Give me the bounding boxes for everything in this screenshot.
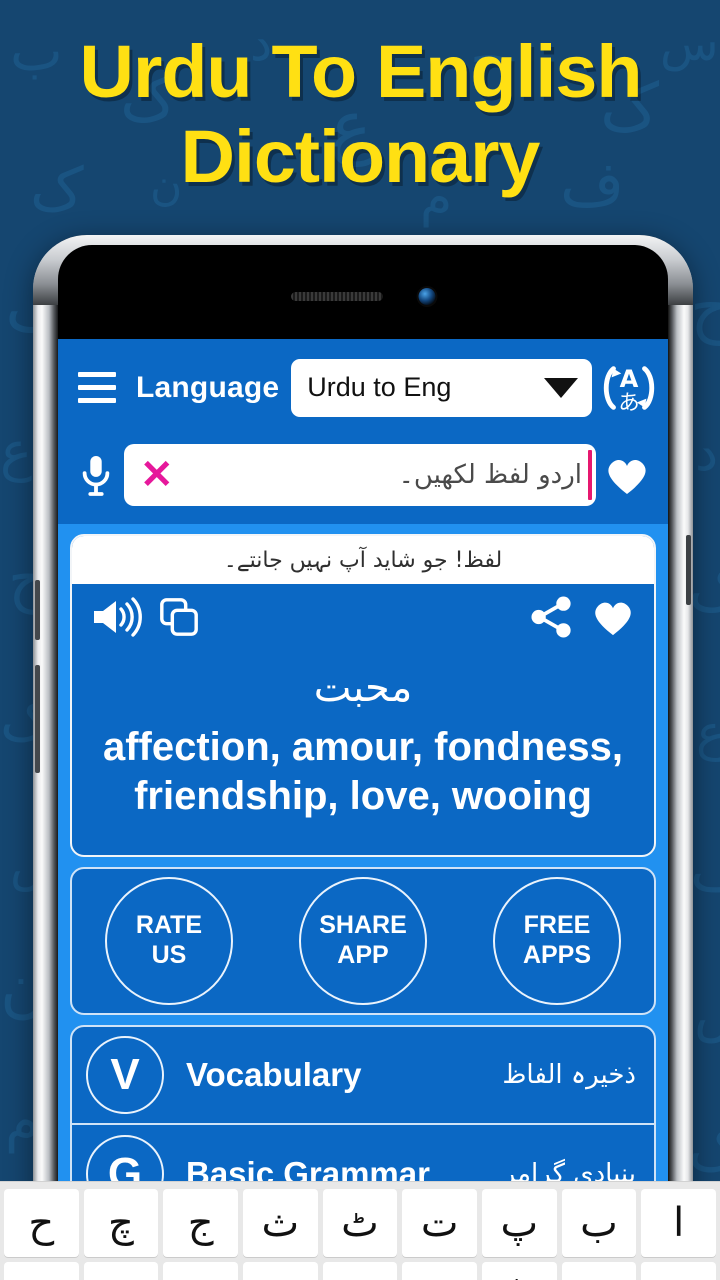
rate-us-label-line2: US xyxy=(151,940,187,969)
app-viewport: Language Urdu to Eng A あ ✕ اردو لفظ لکھی… xyxy=(58,339,668,1280)
menu-item-vocabulary[interactable]: V Vocabulary ذخیرہ الفاظ xyxy=(72,1027,654,1125)
urdu-keyboard[interactable]: ابپتٹثجچح خدڈذرڑزژس xyxy=(0,1181,720,1280)
word-card-banner-text: لفظ! جو شاید آپ نہیں جانتے۔ xyxy=(223,547,503,573)
favorite-word-heart-icon[interactable] xyxy=(590,596,636,643)
keyboard-key[interactable]: ڑ xyxy=(242,1262,318,1280)
menu-item-vocabulary-label-urdu: ذخیرہ الفاظ xyxy=(502,1059,636,1090)
keyboard-key[interactable]: ت xyxy=(402,1189,477,1257)
keyboard-key[interactable]: ج xyxy=(163,1189,238,1257)
keyboard-key[interactable]: س xyxy=(3,1262,79,1280)
search-input[interactable]: ✕ اردو لفظ لکھیں۔ xyxy=(124,444,596,506)
keyboard-key[interactable]: ر xyxy=(322,1262,398,1280)
word-meaning-english: affection, amour, fondness, friendship, … xyxy=(102,725,624,818)
text-cursor xyxy=(588,450,592,500)
svg-text:س: س xyxy=(694,979,720,1044)
keyboard-key[interactable]: پ xyxy=(481,1189,557,1257)
free-apps-label-line1: FREE xyxy=(523,911,591,940)
keyboard-key[interactable]: ث xyxy=(242,1189,318,1257)
promo-title-line-2: Dictionary xyxy=(180,115,541,198)
promo-button-row: RATE US SHARE APP FREE APPS xyxy=(70,866,656,1015)
hamburger-menu-icon[interactable] xyxy=(70,364,124,412)
keyboard-key[interactable]: خ xyxy=(641,1262,716,1280)
keyboard-key[interactable]: چ xyxy=(83,1189,159,1257)
copy-icon[interactable] xyxy=(158,596,200,643)
app-header: Language Urdu to Eng A あ xyxy=(58,339,668,436)
promo-title: Urdu To English Dictionary xyxy=(0,0,720,230)
keyboard-row-1: ابپتٹثجچح xyxy=(3,1189,716,1257)
keyboard-row-2: خدڈذرڑزژس xyxy=(3,1262,716,1280)
menu-item-vocabulary-label: Vocabulary xyxy=(186,1055,362,1093)
share-app-button[interactable]: SHARE APP xyxy=(299,876,427,1005)
phone-volume-button-right xyxy=(686,535,691,605)
phone-mockup: Language Urdu to Eng A あ ✕ اردو لفظ لکھی… xyxy=(33,235,693,1280)
phone-power-button xyxy=(35,580,40,640)
svg-text:ح: ح xyxy=(690,269,720,346)
keyboard-key[interactable]: ڈ xyxy=(481,1262,557,1280)
word-of-the-day-card: لفظ! جو شاید آپ نہیں جانتے۔ محبت affecti… xyxy=(70,534,656,857)
keyboard-key[interactable]: ٹ xyxy=(322,1189,398,1257)
front-camera-icon xyxy=(418,288,436,305)
promo-title-line-1: Urdu To English xyxy=(79,30,642,114)
language-select-value: Urdu to Eng xyxy=(307,372,452,402)
keyboard-key[interactable]: ب xyxy=(561,1189,637,1257)
favorites-heart-icon[interactable] xyxy=(596,447,658,503)
chevron-down-icon xyxy=(544,377,578,398)
free-apps-label-line2: APPS xyxy=(522,940,592,969)
svg-text:ع: ع xyxy=(0,420,32,483)
phone-screen: Language Urdu to Eng A あ ✕ اردو لفظ لکھی… xyxy=(58,245,668,1280)
microphone-icon[interactable] xyxy=(68,447,124,503)
keyboard-key[interactable]: ژ xyxy=(83,1262,159,1280)
clear-search-x-icon[interactable]: ✕ xyxy=(140,455,174,495)
search-bar: ✕ اردو لفظ لکھیں۔ xyxy=(58,436,668,524)
svg-text:ع: ع xyxy=(696,704,720,762)
share-app-label-line1: SHARE xyxy=(319,911,407,940)
svg-text:ف: ف xyxy=(690,835,720,905)
translate-icon[interactable]: A あ xyxy=(598,357,660,419)
speaker-icon[interactable] xyxy=(90,597,142,642)
keyboard-key[interactable]: ز xyxy=(163,1262,238,1280)
language-select[interactable]: Urdu to Eng xyxy=(291,358,592,417)
svg-text:د: د xyxy=(695,423,718,483)
free-apps-button[interactable]: FREE APPS xyxy=(493,876,621,1005)
keyboard-key[interactable]: د xyxy=(561,1262,637,1280)
svg-text:あ: あ xyxy=(618,390,639,415)
phone-volume-button xyxy=(35,665,40,773)
app-content: لفظ! جو شاید آپ نہیں جانتے۔ محبت affecti… xyxy=(58,524,668,1225)
keyboard-key[interactable]: ا xyxy=(641,1189,716,1257)
rate-us-button[interactable]: RATE US xyxy=(105,876,233,1005)
word-card-banner: لفظ! جو شاید آپ نہیں جانتے۔ xyxy=(72,536,654,584)
earpiece-speaker-icon xyxy=(291,292,383,301)
svg-text:A: A xyxy=(620,365,639,393)
page-title: Language xyxy=(136,370,280,404)
share-app-label-line2: APP xyxy=(337,940,389,969)
word-card-actions xyxy=(72,584,654,643)
keyboard-key[interactable]: ح xyxy=(3,1189,79,1257)
keyboard-key[interactable]: ذ xyxy=(402,1262,477,1280)
share-icon[interactable] xyxy=(530,596,574,643)
rate-us-label-line1: RATE xyxy=(135,911,203,940)
word-term-urdu: محبت xyxy=(313,665,413,711)
search-input-placeholder: اردو لفظ لکھیں۔ xyxy=(398,460,582,490)
vocabulary-badge-icon: V xyxy=(86,1035,164,1114)
